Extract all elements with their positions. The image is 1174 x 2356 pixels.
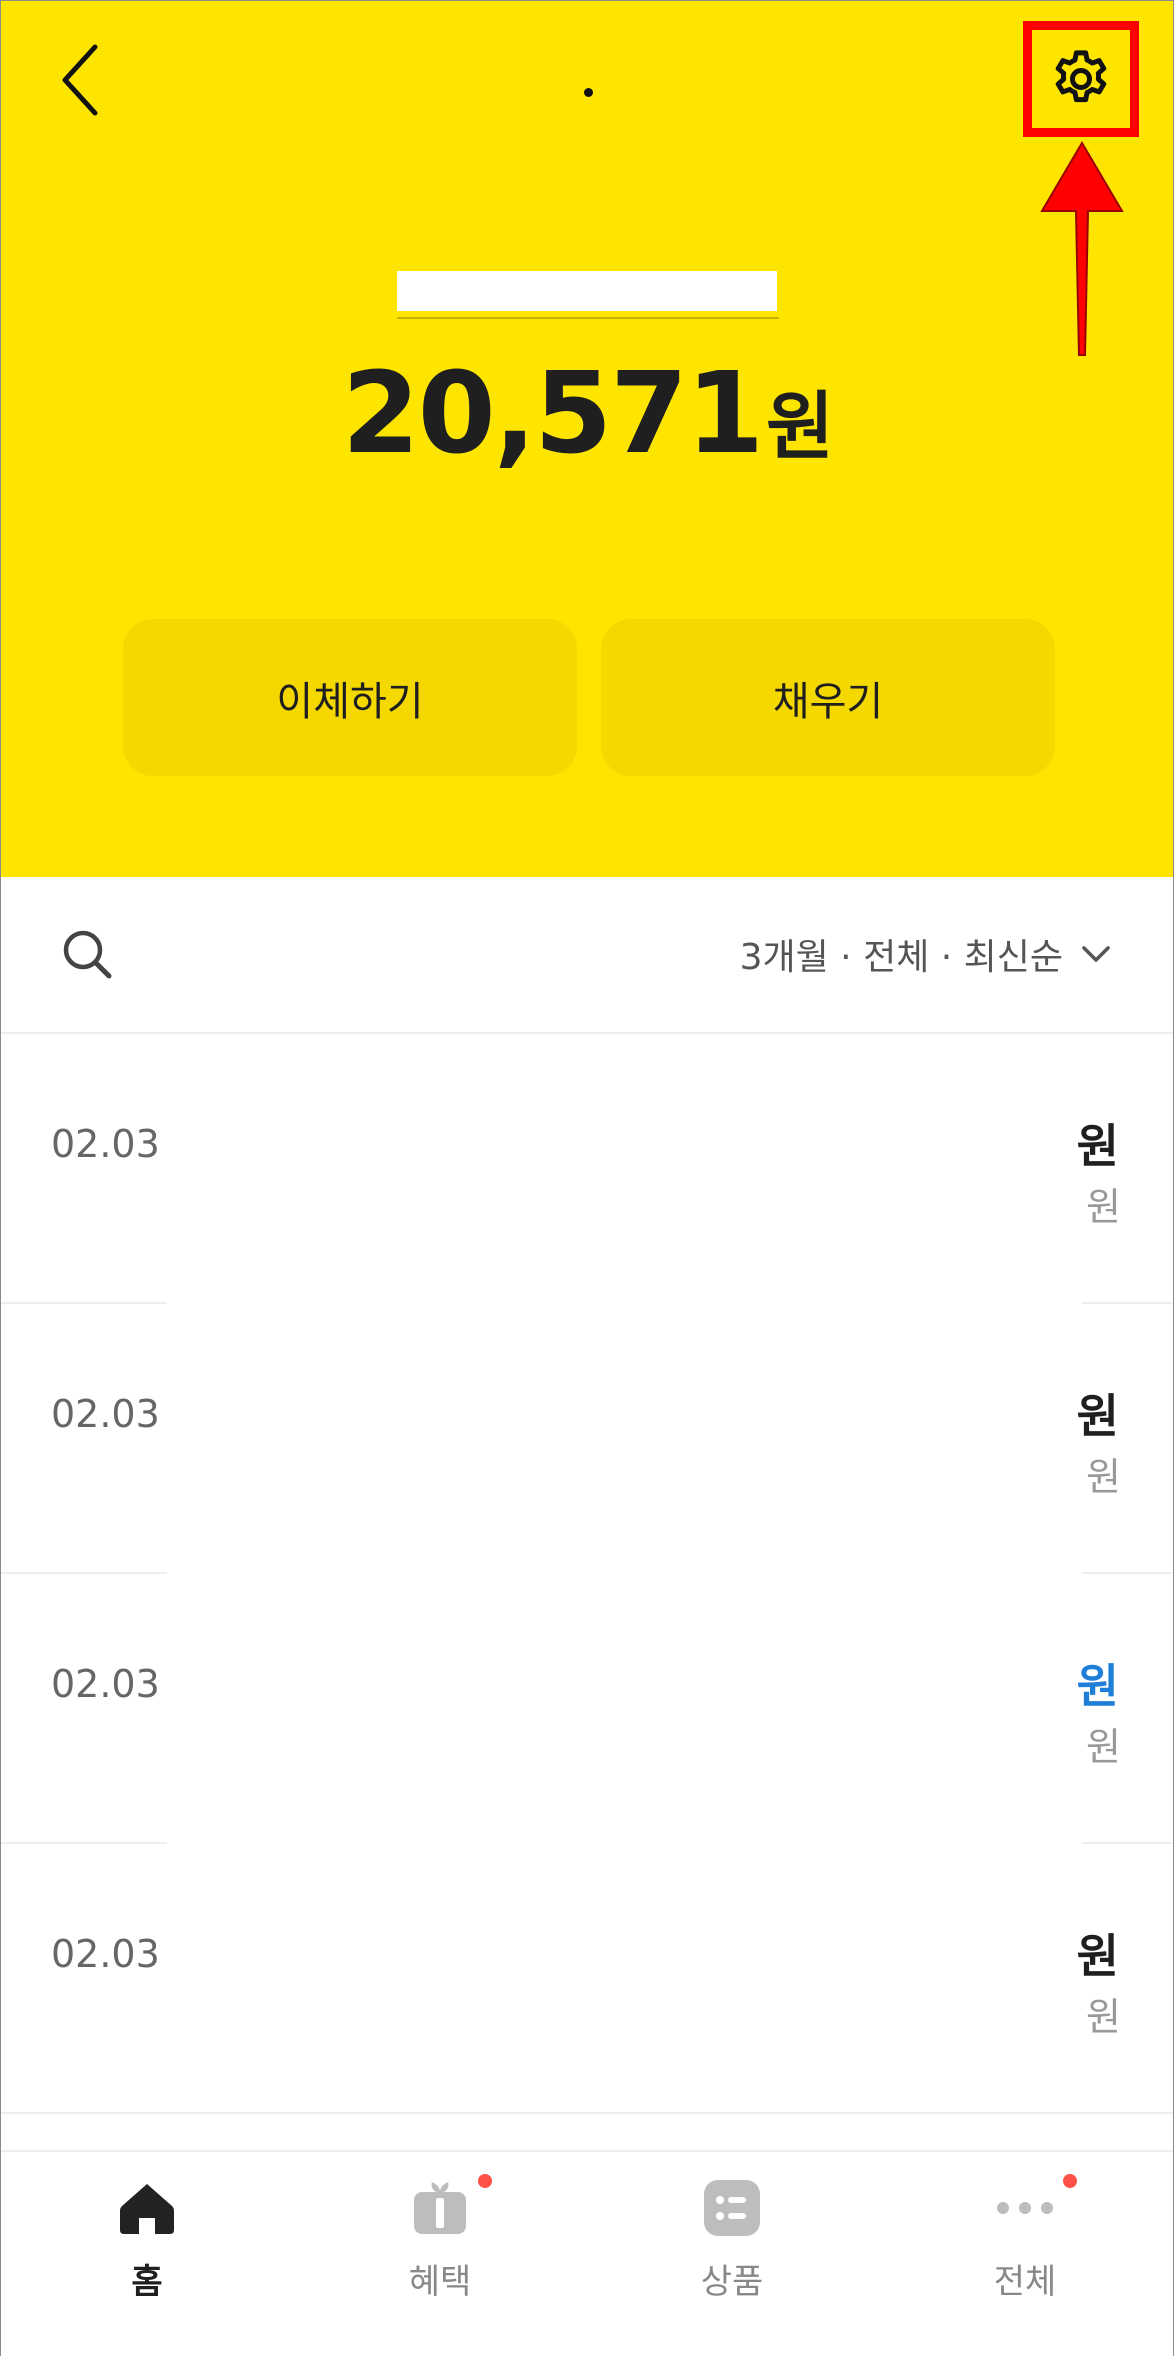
transaction-balance: 원 [1086,1185,1121,1229]
balance-unit: 원 [766,384,835,470]
transaction-balance: 원 [1086,1455,1121,1499]
transaction-amount: 원 [1076,1119,1119,1173]
nav-label-home: 홈 [131,2262,163,2302]
gear-icon [1055,50,1107,103]
chevron-down-icon[interactable] [1081,944,1111,964]
nav-item-products[interactable]: 상품 [586,2152,878,2356]
title-dot [584,88,593,97]
notification-badge [478,2174,492,2188]
account-name-underline [397,317,779,319]
nav-item-home[interactable]: 홈 [1,2152,293,2356]
row-divider [1,2112,1173,2114]
transaction-date: 02.03 [51,1662,160,1706]
transaction-balance: 원 [1086,1725,1121,1769]
filter-label[interactable]: 3개월 · 전체 · 최신순 [740,928,1063,980]
balance-amount: 20,571 [341,349,764,479]
charge-button[interactable]: 채우기 [601,619,1055,776]
transaction-date: 02.03 [51,1932,160,1976]
transaction-date: 02.03 [51,1122,160,1166]
transaction-row[interactable]: 02.03 원 원 [1,1304,1173,1572]
notification-badge [1063,2174,1077,2188]
account-header: 20,571원 이체하기 채우기 [1,1,1173,877]
transaction-amount: 원 [1076,1659,1119,1713]
transaction-row[interactable]: 02.03 원 원 [1,1034,1173,1302]
nav-label-all: 전체 [993,2262,1057,2302]
transaction-balance: 원 [1086,1995,1121,2039]
bottom-nav: 홈 혜택 상품 전체 [1,2150,1173,2356]
filter-bar: 3개월 · 전체 · 최신순 [1,878,1173,1034]
transfer-button[interactable]: 이체하기 [123,619,577,776]
nav-label-products: 상품 [700,2262,764,2302]
redacted-account-name [397,271,777,311]
balance-display: 20,571원 [1,349,1174,479]
more-icon [997,2202,1053,2214]
nav-item-all[interactable]: 전체 [879,2152,1171,2356]
nav-label-benefits: 혜택 [408,2262,472,2302]
home-icon [120,2184,174,2234]
annotation-arrow [1040,141,1124,356]
transaction-row[interactable]: 02.03 원 원 [1,1574,1173,1842]
nav-item-benefits[interactable]: 혜택 [294,2152,586,2356]
back-arrow-icon[interactable] [59,41,103,119]
search-icon[interactable] [59,926,115,982]
transaction-amount: 원 [1076,1389,1119,1443]
transaction-row[interactable]: 02.03 원 원 [1,1844,1173,2112]
transaction-amount: 원 [1076,1929,1119,1983]
list-icon [704,2180,760,2236]
transaction-date: 02.03 [51,1392,160,1436]
gift-icon [414,2182,466,2234]
settings-button[interactable] [1023,21,1139,137]
